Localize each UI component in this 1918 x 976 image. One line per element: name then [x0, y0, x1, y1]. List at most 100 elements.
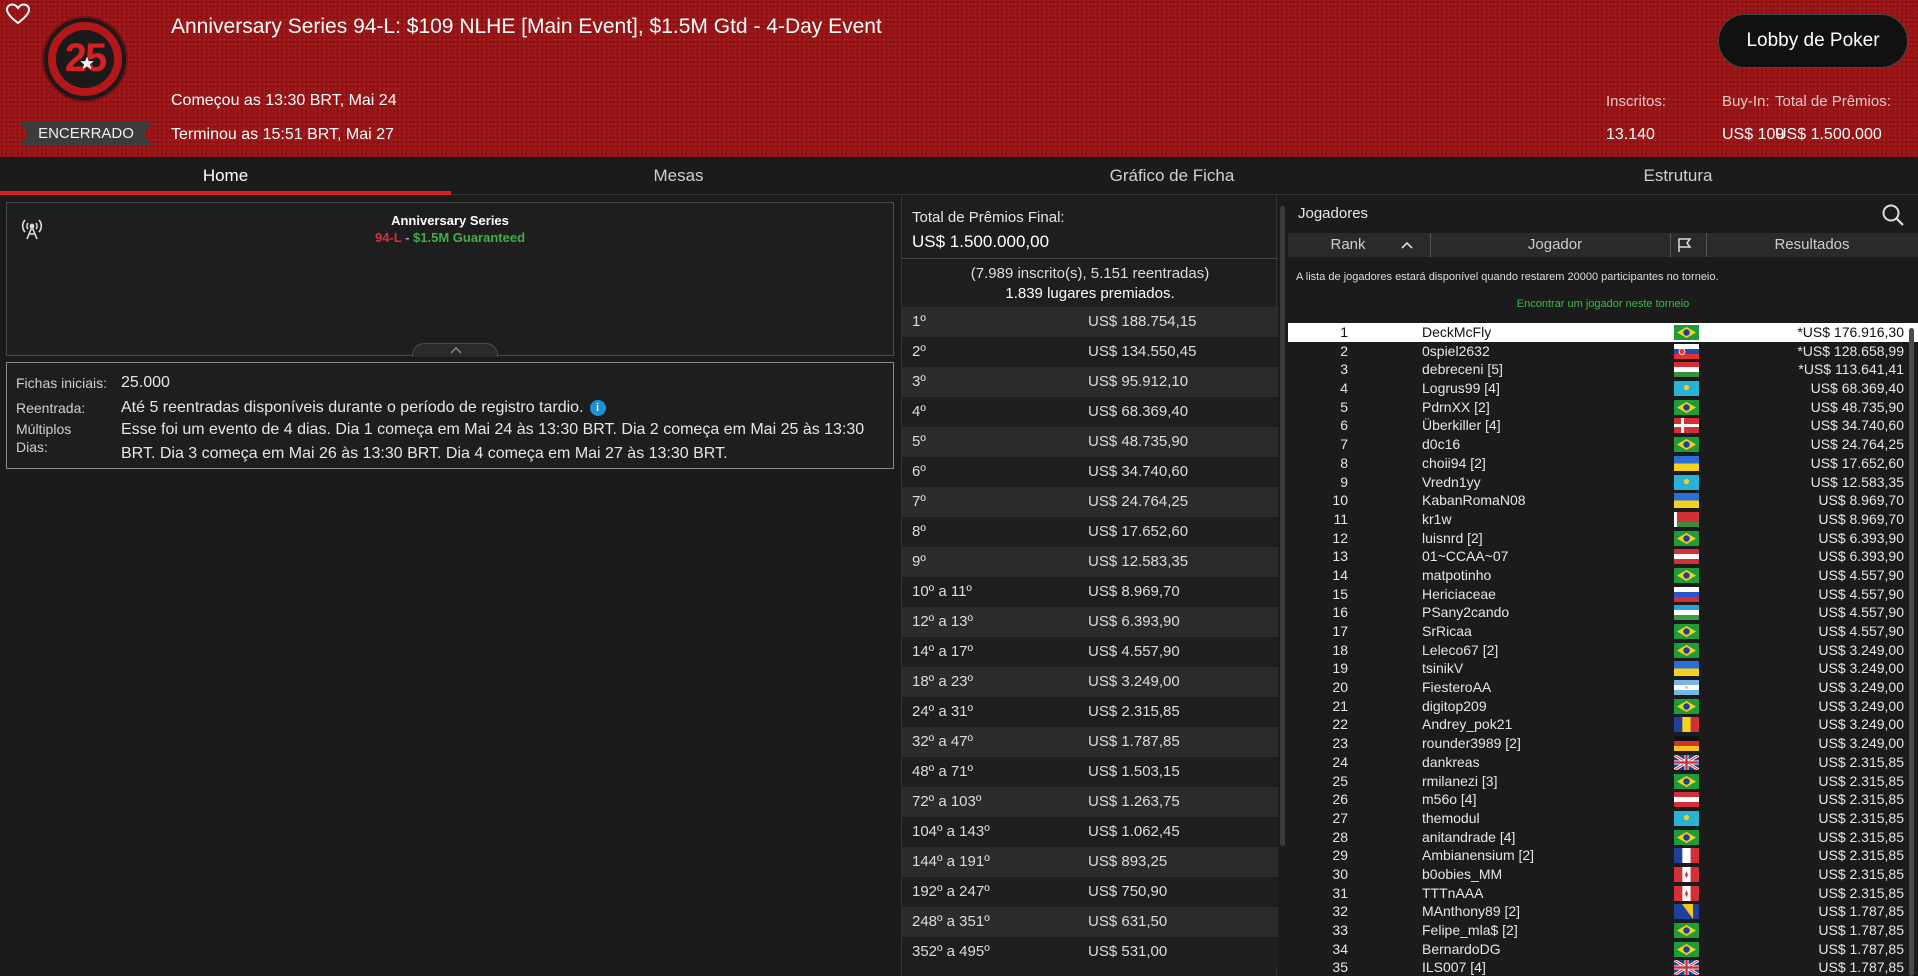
prize-amount: US$ 95.912,10 — [1088, 373, 1189, 390]
prize-place: 10º a 11º — [912, 583, 972, 600]
anniversary-logo: 25 — [44, 18, 126, 100]
player-row[interactable]: 17 SrRicaa US$ 4.557,90 — [1288, 622, 1918, 641]
collapse-banner-button[interactable] — [412, 343, 498, 357]
player-row[interactable]: 19 tsinikV US$ 3.249,00 — [1288, 659, 1918, 678]
find-player-link[interactable]: Encontrar um jogador neste torneio — [1288, 298, 1918, 310]
poker-lobby-button[interactable]: Lobby de Poker — [1718, 14, 1908, 68]
prize-amount: US$ 6.393,90 — [1088, 613, 1180, 630]
player-row[interactable]: 22 Andrey_pok21 US$ 3.249,00 — [1288, 715, 1918, 734]
player-row[interactable]: 13 01~CCAA~07 US$ 6.393,90 — [1288, 547, 1918, 566]
player-result: US$ 12.583,35 — [1810, 473, 1904, 490]
player-row[interactable]: 31 TTTnAAA US$ 2.315,85 — [1288, 884, 1918, 903]
col-results[interactable]: Resultados — [1706, 236, 1918, 253]
brazil-flag-icon — [1674, 399, 1699, 415]
flag-icon[interactable] — [1676, 237, 1694, 253]
players-table-header: Rank Jogador Resultados — [1288, 233, 1918, 257]
uzbekistan-flag-icon — [1674, 605, 1699, 621]
info-icon[interactable]: i — [589, 400, 606, 416]
player-row[interactable]: 1 DeckMcFly *US$ 176.916,30 — [1288, 323, 1918, 342]
player-name: kr1w — [1422, 510, 1452, 527]
player-name: Leleco67 [2] — [1422, 641, 1499, 658]
player-result: US$ 34.740,60 — [1810, 417, 1904, 434]
player-row[interactable]: 27 themodul US$ 2.315,85 — [1288, 809, 1918, 828]
player-name: luisnrd [2] — [1422, 529, 1483, 546]
player-row[interactable]: 11 kr1w US$ 8.969,70 — [1288, 510, 1918, 529]
player-row[interactable]: 6 Überkiller [4] US$ 34.740,60 — [1288, 416, 1918, 435]
player-row[interactable]: 35 ILS007 [4] US$ 1.787,85 — [1288, 958, 1918, 976]
series-banner: Anniversary Series 94-L - $1.5M Guarante… — [6, 202, 894, 357]
player-row[interactable]: 12 luisnrd [2] US$ 6.393,90 — [1288, 529, 1918, 548]
player-result: US$ 1.787,85 — [1818, 903, 1904, 920]
tournament-details: Fichas iniciais: 25.000 Reentrada: Até 5… — [6, 362, 894, 469]
prize-row: 14º a 17º US$ 4.557,90 — [902, 637, 1278, 667]
player-rank: 19 — [1332, 660, 1348, 677]
prize-row: 6º US$ 34.740,60 — [902, 457, 1278, 487]
player-row[interactable]: 21 digitop209 US$ 3.249,00 — [1288, 697, 1918, 716]
player-row[interactable]: 32 MAnthony89 [2] US$ 1.787,85 — [1288, 902, 1918, 921]
prize-place: 4º — [912, 403, 926, 420]
col-player[interactable]: Jogador — [1430, 236, 1680, 253]
player-row[interactable]: 4 Logrus99 [4] US$ 68.369,40 — [1288, 379, 1918, 398]
player-row[interactable]: 2 0spiel2632 *US$ 128.658,99 — [1288, 342, 1918, 361]
player-result: US$ 4.557,90 — [1818, 604, 1904, 621]
player-row[interactable]: 28 anitandrade [4] US$ 2.315,85 — [1288, 828, 1918, 847]
player-row[interactable]: 16 PSany2cando US$ 4.557,90 — [1288, 603, 1918, 622]
player-row[interactable]: 34 BernardoDG US$ 1.787,85 — [1288, 940, 1918, 959]
prize-row: 32º a 47º US$ 1.787,85 — [902, 727, 1278, 757]
starting-chips-label: Fichas iniciais: — [16, 375, 108, 391]
player-result: US$ 6.393,90 — [1818, 548, 1904, 565]
player-rank: 11 — [1333, 510, 1348, 527]
player-row[interactable]: 20 FiesteroAA US$ 3.249,00 — [1288, 678, 1918, 697]
player-row[interactable]: 15 Hericiaceae US$ 4.557,90 — [1288, 585, 1918, 604]
ukraine-flag-icon — [1674, 661, 1699, 677]
prize-row: 5º US$ 48.735,90 — [902, 427, 1278, 457]
player-row[interactable]: 3 debreceni [5] *US$ 113.641,41 — [1288, 360, 1918, 379]
player-result: US$ 6.393,90 — [1818, 529, 1904, 546]
prize-amount: US$ 68.369,40 — [1088, 403, 1189, 420]
player-row[interactable]: 30 b0obies_MM US$ 2.315,85 — [1288, 865, 1918, 884]
romania-flag-icon — [1674, 717, 1699, 733]
end-time: Terminou as 15:51 BRT, Mai 27 — [171, 126, 394, 143]
player-row[interactable]: 23 rounder3989 [2] US$ 3.249,00 — [1288, 734, 1918, 753]
player-row[interactable]: 5 PdrnXX [2] US$ 48.735,90 — [1288, 398, 1918, 417]
players-scrollbar[interactable] — [1909, 328, 1914, 976]
ukraine-flag-icon — [1674, 493, 1699, 509]
player-row[interactable]: 9 Vredn1yy US$ 12.583,35 — [1288, 473, 1918, 492]
player-row[interactable]: 33 Felipe_mla$ [2] US$ 1.787,85 — [1288, 921, 1918, 940]
prize-amount: US$ 34.740,60 — [1088, 463, 1189, 480]
player-row[interactable]: 7 d0c16 US$ 24.764,25 — [1288, 435, 1918, 454]
prize-scrollbar[interactable] — [1280, 206, 1285, 846]
prize-place: 6º — [912, 463, 926, 480]
sort-ascending-icon[interactable] — [1400, 240, 1414, 250]
tab-structure[interactable]: Estrutura — [1438, 157, 1918, 195]
hungary-flag-icon — [1674, 362, 1699, 378]
player-name: rmilanezi [3] — [1422, 772, 1498, 789]
tab-tables[interactable]: Mesas — [451, 157, 906, 195]
player-rank: 25 — [1332, 772, 1348, 789]
player-row[interactable]: 8 choii94 [2] US$ 17.652,60 — [1288, 454, 1918, 473]
prize-place: 1º — [912, 313, 926, 330]
player-row[interactable]: 18 Leleco67 [2] US$ 3.249,00 — [1288, 641, 1918, 660]
player-result: US$ 2.315,85 — [1818, 753, 1904, 770]
player-row[interactable]: 14 matpotinho US$ 4.557,90 — [1288, 566, 1918, 585]
player-row[interactable]: 29 Ambianensium [2] US$ 2.315,85 — [1288, 846, 1918, 865]
player-row[interactable]: 24 dankreas US$ 2.315,85 — [1288, 753, 1918, 772]
player-row[interactable]: 26 m56o [4] US$ 2.315,85 — [1288, 790, 1918, 809]
player-rank: 24 — [1332, 753, 1348, 770]
prize-place: 12º a 13º — [912, 613, 974, 630]
player-result: US$ 4.557,90 — [1818, 566, 1904, 583]
player-rank: 10 — [1332, 492, 1348, 509]
prize-row: 9º US$ 12.583,35 — [902, 547, 1278, 577]
player-result: *US$ 128.658,99 — [1797, 342, 1904, 359]
player-row[interactable]: 10 KabanRomaN08 US$ 8.969,70 — [1288, 491, 1918, 510]
search-icon[interactable] — [1881, 203, 1905, 227]
heart-icon[interactable] — [6, 3, 30, 25]
prize-place: 3º — [912, 373, 926, 390]
prize-amount: US$ 17.652,60 — [1088, 523, 1189, 540]
tab-chip-chart[interactable]: Gráfico de Ficha — [906, 157, 1438, 195]
germany-flag-icon — [1674, 736, 1699, 752]
prize-place: 14º a 17º — [912, 643, 974, 660]
tab-home[interactable]: Home — [0, 157, 451, 195]
player-row[interactable]: 25 rmilanezi [3] US$ 2.315,85 — [1288, 772, 1918, 791]
col-rank[interactable]: Rank — [1288, 236, 1408, 253]
